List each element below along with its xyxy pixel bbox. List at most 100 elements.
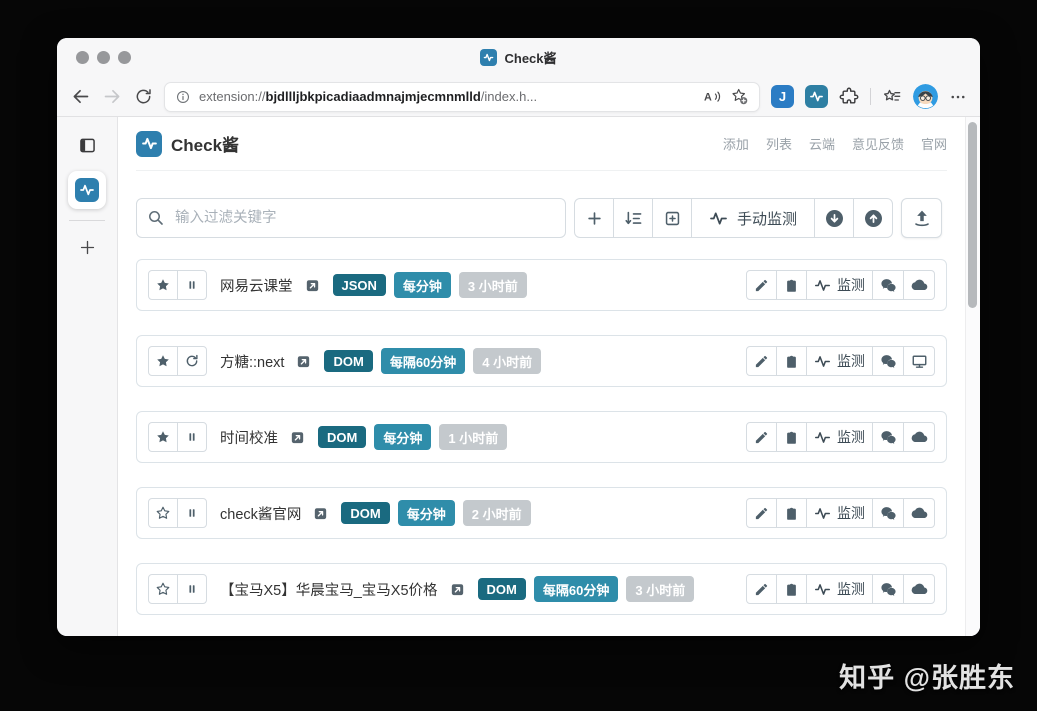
- new-tab-button[interactable]: [72, 232, 102, 262]
- favorites-hub-icon[interactable]: [882, 87, 902, 107]
- screenshot-background: Check酱 extension://bjdllljbkpicadiaadmna…: [0, 0, 1037, 711]
- add-task-button[interactable]: [574, 198, 614, 238]
- more-menu-icon[interactable]: [949, 88, 967, 106]
- monitor-button[interactable]: 监测: [806, 422, 873, 452]
- cloud-button[interactable]: [903, 270, 935, 300]
- clipboard-icon: [784, 354, 799, 369]
- pencil-icon: [754, 506, 769, 521]
- favorite-button[interactable]: [148, 574, 178, 604]
- watermark: 知乎 @张胜东: [839, 656, 1015, 695]
- pause-button[interactable]: [177, 498, 207, 528]
- import-button[interactable]: [814, 198, 854, 238]
- nav-link-feedback[interactable]: 意见反馈: [852, 134, 904, 153]
- nav-link-add[interactable]: 添加: [723, 134, 749, 153]
- favorite-button[interactable]: [148, 270, 178, 300]
- wechat-button[interactable]: [872, 422, 904, 452]
- favorite-button[interactable]: [148, 422, 178, 452]
- page-scrollbar-thumb[interactable]: [968, 122, 977, 308]
- row-state-group: [148, 346, 207, 376]
- close-window-button[interactable]: [76, 51, 89, 64]
- edit-button[interactable]: [746, 270, 777, 300]
- row-state-group: [148, 422, 207, 452]
- plus-icon: [585, 209, 604, 228]
- row-actions: 监测: [746, 574, 935, 604]
- search-input[interactable]: [136, 198, 566, 238]
- list-toolbar: 手动监测: [574, 198, 893, 238]
- monitor-button[interactable]: 监测: [806, 346, 873, 376]
- add-favorite-star-icon[interactable]: [730, 87, 749, 106]
- edit-button[interactable]: [746, 574, 777, 604]
- profile-avatar[interactable]: [913, 84, 938, 109]
- cloud-button[interactable]: [903, 422, 935, 452]
- open-link-icon[interactable]: [289, 429, 306, 446]
- export-button[interactable]: [853, 198, 893, 238]
- edit-button[interactable]: [746, 422, 777, 452]
- copy-button[interactable]: [776, 270, 807, 300]
- frequency-badge: 每隔60分钟: [534, 576, 618, 602]
- wechat-button[interactable]: [872, 498, 904, 528]
- row-state-group: [148, 270, 207, 300]
- pause-icon: [185, 582, 199, 596]
- address-bar[interactable]: extension://bjdllljbkpicadiaadmnajmjecmn…: [164, 82, 760, 112]
- wechat-icon: [880, 581, 897, 598]
- wechat-button[interactable]: [872, 270, 904, 300]
- back-button[interactable]: [70, 86, 91, 107]
- monitor-row: check酱官网 DOM 每分钟 2 小时前 监测: [136, 487, 947, 539]
- tab-actions-icon[interactable]: [72, 130, 102, 160]
- monitor-button[interactable]: 监测: [806, 574, 873, 604]
- open-link-icon[interactable]: [312, 505, 329, 522]
- extension-checkjiang-icon[interactable]: [805, 85, 828, 108]
- manual-monitor-button[interactable]: 手动监测: [691, 198, 815, 238]
- extension-j-icon[interactable]: J: [771, 85, 794, 108]
- open-link-icon[interactable]: [449, 581, 466, 598]
- zoom-window-button[interactable]: [118, 51, 131, 64]
- site-info-icon[interactable]: [175, 89, 191, 105]
- favorite-button[interactable]: [148, 346, 178, 376]
- pause-button[interactable]: [177, 422, 207, 452]
- app-nav: 添加 列表 云端 意见反馈 官网: [723, 134, 947, 153]
- pause-button[interactable]: [177, 574, 207, 604]
- waveform-icon: [814, 505, 831, 522]
- refresh-button[interactable]: [177, 346, 207, 376]
- pause-button[interactable]: [177, 270, 207, 300]
- wechat-icon: [880, 505, 897, 522]
- reload-button[interactable]: [134, 87, 153, 106]
- copy-button[interactable]: [776, 574, 807, 604]
- open-link-icon[interactable]: [304, 277, 321, 294]
- row-actions: 监测: [746, 498, 935, 528]
- row-left: 时间校准 DOM 每分钟 1 小时前: [148, 422, 507, 452]
- nav-link-official-site[interactable]: 官网: [921, 134, 947, 153]
- wechat-button[interactable]: [872, 346, 904, 376]
- nav-link-cloud[interactable]: 云端: [809, 134, 835, 153]
- extensions-puzzle-icon[interactable]: [839, 87, 859, 107]
- publish-button[interactable]: [901, 198, 942, 238]
- display-button[interactable]: [903, 346, 935, 376]
- star-icon: [155, 277, 171, 293]
- monitor-label: 监测: [837, 579, 865, 599]
- edit-button[interactable]: [746, 346, 777, 376]
- favorite-button[interactable]: [148, 498, 178, 528]
- monitor-button[interactable]: 监测: [806, 498, 873, 528]
- copy-button[interactable]: [776, 422, 807, 452]
- read-aloud-icon[interactable]: A: [703, 88, 722, 105]
- sidebar-tab-checkjiang[interactable]: [68, 171, 106, 209]
- star-icon: [155, 581, 171, 597]
- add-group-button[interactable]: [652, 198, 692, 238]
- nav-link-list[interactable]: 列表: [766, 134, 792, 153]
- cloud-icon: [911, 505, 928, 522]
- cloud-button[interactable]: [903, 498, 935, 528]
- open-link-icon[interactable]: [295, 353, 312, 370]
- copy-button[interactable]: [776, 346, 807, 376]
- wechat-button[interactable]: [872, 574, 904, 604]
- copy-button[interactable]: [776, 498, 807, 528]
- type-badge: DOM: [324, 350, 372, 372]
- minimize-window-button[interactable]: [97, 51, 110, 64]
- sort-button[interactable]: [613, 198, 653, 238]
- edit-button[interactable]: [746, 498, 777, 528]
- cloud-icon: [911, 277, 928, 294]
- forward-button[interactable]: [102, 86, 123, 107]
- cloud-button[interactable]: [903, 574, 935, 604]
- star-icon: [155, 505, 171, 521]
- monitor-button[interactable]: 监测: [806, 270, 873, 300]
- vertical-tab-sidebar: [57, 117, 118, 636]
